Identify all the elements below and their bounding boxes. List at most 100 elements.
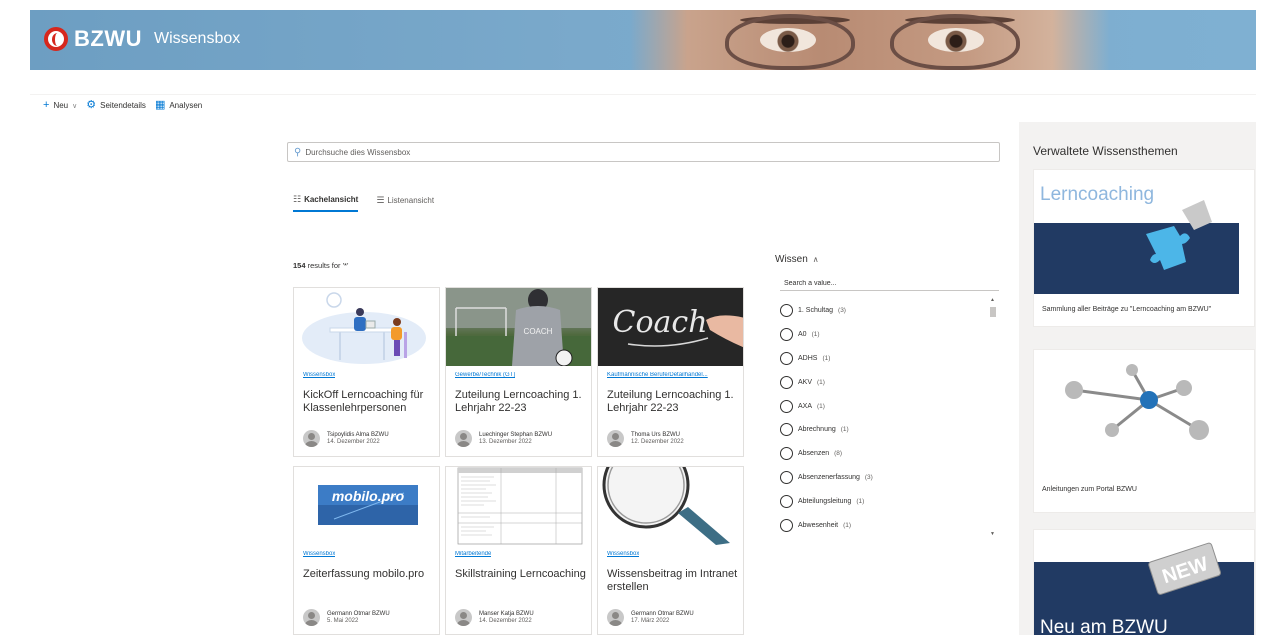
page-details-button[interactable]: ⚙ Seitendetails <box>86 100 146 111</box>
search-box[interactable]: ⚲ <box>287 142 1000 162</box>
scroll-down-icon[interactable]: ▼ <box>990 531 995 537</box>
filter-option[interactable]: AKV (1) <box>780 370 986 394</box>
card-thumbnail: COACH <box>446 288 591 366</box>
radio-button[interactable] <box>780 518 793 532</box>
card-title[interactable]: Zuteilung Lerncoaching 1. Lehrjahr 22-23 <box>455 389 587 415</box>
card-category-link[interactable]: Gewerbe/Technik (GT) <box>455 372 515 378</box>
new-button[interactable]: + Neu ∨ <box>43 100 77 111</box>
card-thumbnail <box>598 467 743 545</box>
card-thumbnail: Coach <box>598 288 743 366</box>
tab-tiles[interactable]: ☷ Kachelansicht <box>293 194 359 212</box>
filter-option-label: AKV <box>798 378 813 386</box>
filter-option[interactable]: Absenzen (8) <box>780 442 986 466</box>
card-title[interactable]: Zuteilung Lerncoaching 1. Lehrjahr 22-23 <box>607 389 739 415</box>
filter-option[interactable]: ADHS (1) <box>780 347 986 371</box>
topic-card[interactable]: Anleitungen zum Portal BZWU <box>1033 349 1255 513</box>
topic-caption: Anleitungen zum Portal BZWU <box>1042 486 1137 493</box>
filter-option-label: Abteilungsleitung <box>798 497 852 505</box>
topic-image: NEW Neu am BZWU <box>1034 530 1254 635</box>
tab-tiles-label: Kachelansicht <box>304 195 359 204</box>
filter-option[interactable]: Abteilungsleitung (1) <box>780 489 986 513</box>
molecule-image <box>1034 350 1254 474</box>
scroll-up-icon[interactable]: ▲ <box>990 297 995 303</box>
card-category-link[interactable]: Wissensbox <box>607 551 639 557</box>
filter-title: Wissen <box>775 254 808 265</box>
tiles-icon: ☷ <box>293 194 302 204</box>
search-input[interactable] <box>305 147 966 157</box>
list-icon: ☰ <box>376 195 385 205</box>
radio-button[interactable] <box>780 494 793 508</box>
filter-option[interactable]: A0 (1) <box>780 323 986 347</box>
eye-left <box>760 28 816 52</box>
site-title[interactable]: Wissensbox <box>154 30 240 48</box>
topic-card[interactable]: NEW Neu am BZWU <box>1033 529 1255 635</box>
filter-search-input[interactable] <box>780 276 999 291</box>
card-author: Manser Katja BZWU 14. Dezember 2022 <box>455 609 534 626</box>
search-icon: ⚲ <box>294 146 302 158</box>
post-date: 17. März 2022 <box>631 618 670 624</box>
filter-option-label: Absenzen <box>798 450 830 458</box>
filter-header[interactable]: Wissen ∧ <box>775 254 819 265</box>
filter-scrollbar[interactable]: ▲ ▼ <box>989 297 997 540</box>
result-card[interactable]: Mitarbeitende Skillstraining Lerncoachin… <box>445 466 592 635</box>
plus-icon: + <box>43 99 50 111</box>
tab-list[interactable]: ☰ Listenansicht <box>376 194 434 212</box>
post-date: 5. Mai 2022 <box>327 618 359 624</box>
filter-option[interactable]: AXA (1) <box>780 394 986 418</box>
eye-right <box>928 28 984 52</box>
card-author: Tsipoylidis Alma BZWU 14. Dezember 2022 <box>303 430 389 447</box>
post-date: 12. Dezember 2022 <box>631 439 684 445</box>
result-card[interactable]: Wissensbox Wissensbeitrag im Intranet er… <box>597 466 744 635</box>
author-name: Tsipoylidis Alma BZWU <box>327 432 389 438</box>
radio-button[interactable] <box>780 423 793 437</box>
scrollbar-thumb[interactable] <box>990 307 996 317</box>
card-title[interactable]: Zeiterfassung mobilo.pro <box>303 568 435 581</box>
filter-option[interactable]: Abwesenheit (1) <box>780 513 986 537</box>
radio-button[interactable] <box>780 328 793 342</box>
filter-option-label: ADHS <box>798 354 818 362</box>
filter-option[interactable]: Abrechnung (1) <box>780 418 986 442</box>
filter-option-count: (1) <box>840 426 849 434</box>
post-date: 14. Dezember 2022 <box>479 618 532 624</box>
result-card[interactable]: Coach Kaufmännische Berufe/Detailhandel.… <box>597 287 744 457</box>
analytics-button[interactable]: ▦ Analysen <box>155 100 202 111</box>
card-category-link[interactable]: Mitarbeitende <box>455 551 491 557</box>
site-logo[interactable]: BZWU Wissensbox <box>44 26 240 52</box>
topic-card[interactable]: Lerncoaching Sammlung aller Beiträge zu … <box>1033 169 1255 327</box>
radio-button[interactable] <box>780 304 793 318</box>
author-name: Thoma Urs BZWU <box>631 432 681 438</box>
card-title[interactable]: KickOff Lerncoaching für Klassenlehrpers… <box>303 389 435 415</box>
result-card[interactable]: COACH Gewerbe/Technik (GT) Zuteilung Ler… <box>445 287 592 457</box>
chevron-down-icon: ∨ <box>72 102 78 110</box>
card-category-link[interactable]: Kaufmännische Berufe/Detailhandel... <box>607 372 708 378</box>
document-table-image <box>457 467 583 545</box>
filter-option[interactable]: 1. Schultag (3) <box>780 299 986 323</box>
analytics-icon: ▦ <box>154 99 166 111</box>
filter-option-count: (1) <box>817 378 825 386</box>
avatar <box>607 430 624 447</box>
coach-text: COACH <box>524 327 553 336</box>
chalkboard-photo: Coach <box>598 288 743 366</box>
radio-button[interactable] <box>780 399 793 413</box>
results-number: 154 <box>293 261 306 270</box>
card-title[interactable]: Skillstraining Lerncoaching <box>455 568 587 581</box>
filter-option[interactable]: Absenzenerfassung (3) <box>780 466 986 490</box>
result-card[interactable]: mobilo.pro Wissensbox Zeiterfassung mobi… <box>293 466 440 635</box>
card-title[interactable]: Wissensbeitrag im Intranet erstellen <box>607 568 739 594</box>
card-category-link[interactable]: Wissensbox <box>303 372 335 378</box>
card-author: Germann Otmar BZWU 5. Mai 2022 <box>303 609 390 626</box>
radio-button[interactable] <box>780 351 793 365</box>
card-author: Thoma Urs BZWU 12. Dezember 2022 <box>607 430 684 447</box>
radio-button[interactable] <box>780 470 793 484</box>
analytics-label: Analysen <box>169 101 203 110</box>
tab-list-label: Listenansicht <box>387 196 435 205</box>
radio-button[interactable] <box>780 447 793 461</box>
chevron-up-icon: ∧ <box>812 255 819 264</box>
radio-button[interactable] <box>780 375 793 389</box>
mobilo-logo-image: mobilo.pro <box>318 485 418 525</box>
card-author: Luechinger Stephan BZWU 13. Dezember 202… <box>455 430 552 447</box>
banner-face-image <box>630 10 1110 70</box>
card-category-link[interactable]: Wissensbox <box>303 551 335 557</box>
topic-image: Lerncoaching <box>1034 170 1254 294</box>
result-card[interactable]: Wissensbox KickOff Lerncoaching für Klas… <box>293 287 440 457</box>
